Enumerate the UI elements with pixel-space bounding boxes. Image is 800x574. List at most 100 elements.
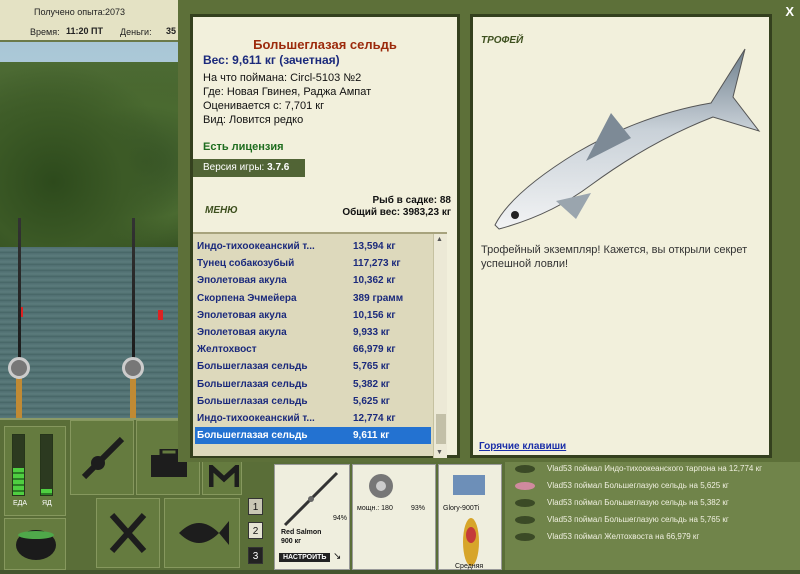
fish-image bbox=[494, 48, 761, 230]
fork-knife-icon bbox=[109, 513, 147, 553]
poison-label: ЯД bbox=[42, 500, 52, 507]
fish-weight: Вес: 9,611 кг (зачетная) bbox=[203, 53, 340, 67]
log-text: Vlad53 поймал Большеглазую сельдь на 5,7… bbox=[547, 515, 729, 524]
close-button[interactable]: X bbox=[785, 4, 794, 19]
cooking-pot-button[interactable] bbox=[4, 518, 66, 570]
log-text: Vlad53 поймал Желтохвоста на 66,979 кг bbox=[547, 532, 700, 541]
scroll-thumb[interactable] bbox=[436, 414, 446, 444]
menu-button[interactable]: МЕНЮ bbox=[205, 205, 238, 216]
fish-location: Где: Новая Гвинея, Раджа Ампат bbox=[203, 86, 372, 98]
fish-bait: На что поймана: Circl-5103 №2 bbox=[203, 72, 362, 84]
log-text: Vlad53 поймал Большеглазую сельдь на 5,3… bbox=[547, 498, 729, 507]
log-row: Vlad53 поймал Индо-тихоокеанского тарпон… bbox=[505, 460, 800, 477]
log-text: Vlad53 поймал Индо-тихоокеанского тарпон… bbox=[547, 464, 763, 473]
rod-weight: 900 кг bbox=[281, 538, 302, 545]
catch-fish-weight: 5,625 кг bbox=[353, 395, 390, 407]
water bbox=[0, 247, 178, 418]
rod-reel-icon bbox=[81, 436, 125, 480]
slot-2-button[interactable]: 2 bbox=[248, 522, 263, 539]
food-label: ЕДА bbox=[13, 500, 28, 507]
food-gauge bbox=[12, 434, 25, 496]
catch-fish-name: Тунец собакозубый bbox=[197, 258, 295, 270]
game-version: Версия игры: 3.7.6 bbox=[193, 159, 305, 177]
version-label: Версия игры: bbox=[203, 162, 265, 173]
catch-fish-name: Индо-тихоокеанский т... bbox=[197, 413, 315, 424]
catch-fish-name: Большеглазая сельдь bbox=[197, 395, 308, 407]
version-value: 3.7.6 bbox=[267, 162, 290, 173]
slot-1-button[interactable]: 1 bbox=[248, 498, 263, 515]
catch-fish-weight: 117,273 кг bbox=[353, 258, 401, 270]
fish-rarity: Вид: Ловится редко bbox=[203, 114, 304, 126]
rod-slot-button[interactable] bbox=[70, 420, 134, 495]
catch-fish-name: Большеглазая сельдь bbox=[197, 430, 308, 442]
rod-tackle-card[interactable]: Red Salmon 900 кг 94% НАСТРОИТЬ ↘ bbox=[274, 464, 350, 570]
catch-log: Vlad53 поймал Индо-тихоокеанского тарпон… bbox=[505, 460, 800, 570]
catch-row[interactable]: Скорпена Эчмейера 389 грамм bbox=[195, 290, 431, 307]
catch-fish-name: Индо-тихоокеанский т... bbox=[197, 241, 315, 252]
keepnet-fish-button[interactable] bbox=[164, 498, 240, 568]
catch-fish-name: Эполетовая акула bbox=[197, 309, 287, 321]
keepnet-total-weight: Общий вес: 3983,23 кг bbox=[342, 207, 451, 218]
catch-fish-weight: 66,979 кг bbox=[353, 344, 396, 356]
reel-power: мощн.: 180 bbox=[357, 505, 393, 512]
catch-row[interactable]: Эполетовая акула 9,933 кг bbox=[195, 324, 431, 341]
hotkeys-link[interactable]: Горячие клавиши bbox=[479, 441, 566, 452]
fishing-line-icon bbox=[453, 475, 485, 495]
fish-value: Оценивается с: 7,701 кг bbox=[203, 100, 325, 112]
reel-left-icon bbox=[8, 357, 30, 379]
setup-button[interactable]: НАСТРОИТЬ bbox=[279, 553, 331, 562]
catch-list-scrollbar[interactable]: ▲ ▼ bbox=[433, 234, 447, 458]
catch-fish-name: Желтохвост bbox=[197, 344, 257, 356]
catch-fish-weight: 9,933 кг bbox=[353, 327, 390, 338]
keepnet-count: Рыб в садке: 88 bbox=[372, 195, 451, 206]
catch-fish-weight: 10,156 кг bbox=[353, 309, 396, 321]
catch-row[interactable]: Индо-тихоокеанский т... 13,594 кг bbox=[195, 238, 431, 255]
catch-fish-weight: 9,611 кг bbox=[353, 430, 390, 442]
fishing-scene[interactable] bbox=[0, 42, 178, 418]
trophy-panel: ТРОФЕЙ Трофейный экземпляр! Кажется, вы … bbox=[470, 14, 772, 458]
scroll-up-icon[interactable]: ▲ bbox=[436, 236, 443, 243]
reel-tackle-card[interactable]: мощн.: 180 93% bbox=[352, 464, 436, 570]
reel-percent: 93% bbox=[411, 505, 426, 512]
catch-row[interactable]: Индо-тихоокеанский т... 12,774 кг bbox=[195, 410, 431, 427]
catch-list[interactable]: Индо-тихоокеанский т... 13,594 кг Тунец со… bbox=[193, 232, 447, 458]
expand-arrow-icon[interactable]: ↘ bbox=[333, 551, 341, 562]
fish-icon bbox=[515, 464, 535, 473]
catch-row[interactable]: Большеглазая сельдь 5,382 кг bbox=[195, 376, 431, 393]
fish-icon bbox=[515, 481, 535, 490]
money-value: 35 bbox=[166, 26, 177, 36]
poison-gauge-fill bbox=[41, 489, 52, 495]
catch-row[interactable]: Большеглазая сельдь 9,611 кг bbox=[195, 427, 431, 445]
catch-fish-weight: 10,362 кг bbox=[353, 275, 396, 287]
catch-row[interactable]: Большеглазая сельдь 5,765 кг bbox=[195, 358, 431, 375]
catch-row[interactable]: Эполетовая акула 10,156 кг bbox=[195, 307, 431, 324]
scroll-down-icon[interactable]: ▼ bbox=[436, 449, 443, 456]
fish-icon bbox=[515, 498, 535, 507]
time-label: Время: bbox=[30, 27, 60, 37]
catch-fish-weight: 389 грамм bbox=[353, 292, 404, 304]
poison-gauge bbox=[40, 434, 53, 496]
reel-right-icon bbox=[122, 357, 144, 379]
log-row: Vlad53 поймал Большеглазую сельдь на 5,3… bbox=[505, 494, 800, 511]
catch-row[interactable]: Эполетовая акула 10,362 кг bbox=[195, 272, 431, 289]
cauldron-icon bbox=[16, 530, 56, 560]
trophy-description: Трофейный экземпляр! Кажется, вы открыли… bbox=[481, 244, 748, 270]
license-status: Есть лицензия bbox=[203, 141, 284, 153]
catch-row[interactable]: Большеглазая сельдь 5,625 кг bbox=[195, 393, 431, 410]
reel-icon bbox=[369, 474, 393, 498]
fish-icon bbox=[179, 521, 229, 545]
fish-icon bbox=[515, 515, 535, 524]
rod-percent: 94% bbox=[333, 515, 348, 522]
eat-button[interactable] bbox=[96, 498, 160, 568]
log-text: Vlad53 поймал Большеглазую сельдь на 5,6… bbox=[547, 481, 729, 490]
catch-row[interactable]: Желтохвост 66,979 кг bbox=[195, 341, 431, 358]
line-name: Glory-900Ti bbox=[443, 505, 480, 512]
catch-fish-weight: 12,774 кг bbox=[353, 413, 396, 424]
log-row: Vlad53 поймал Большеглазую сельдь на 5,6… bbox=[505, 477, 800, 494]
line-tackle-card[interactable]: Glory-900Ti Средняя bbox=[438, 464, 502, 570]
mangrove-trees bbox=[0, 62, 178, 262]
slot-3-button[interactable]: 3 bbox=[248, 547, 263, 564]
xp-label: Получено опыта: bbox=[34, 7, 106, 17]
catch-row[interactable]: Тунец собакозубый 117,273 кг bbox=[195, 255, 431, 272]
catch-fish-name: Скорпена Эчмейера bbox=[197, 292, 297, 304]
